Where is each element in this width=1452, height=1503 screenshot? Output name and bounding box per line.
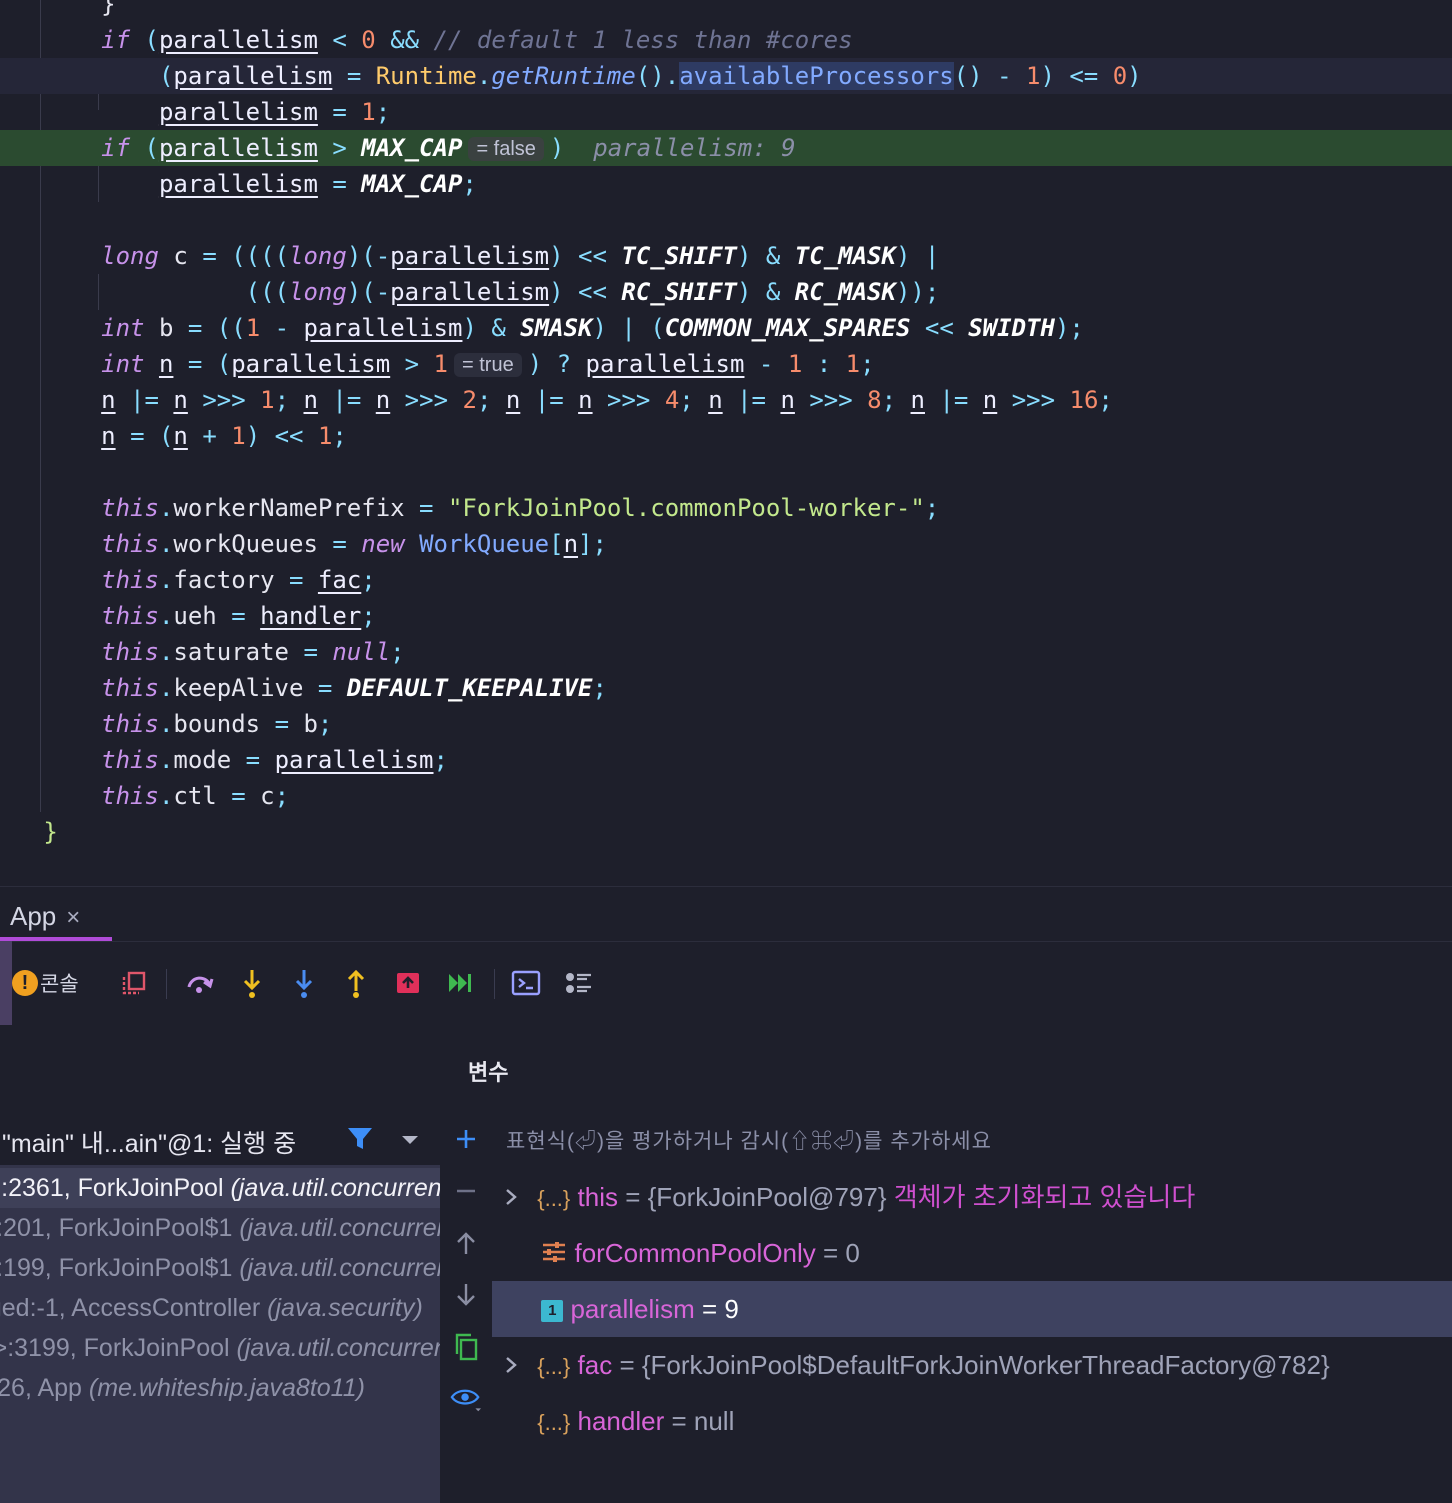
- code-line: this.mode = parallelism;: [101, 746, 448, 774]
- code-line: parallelism = MAX_CAP;: [158, 170, 477, 198]
- warning-icon: !: [12, 970, 38, 996]
- threads-list-icon[interactable]: [560, 965, 596, 1001]
- debug-tab-bar: App ×: [0, 887, 1452, 942]
- eye-icon[interactable]: [450, 1383, 482, 1415]
- code-line: this.saturate = null;: [101, 638, 405, 666]
- arrow-down-icon[interactable]: [450, 1279, 482, 1311]
- debug-toolbar: ! 콘솔: [0, 941, 1452, 1025]
- field-icon: [541, 1227, 567, 1283]
- drop-frame-icon[interactable]: [390, 965, 426, 1001]
- toolbar-separator: [494, 969, 495, 999]
- code-line: this.bounds = b;: [101, 710, 333, 738]
- code-line: }: [101, 0, 116, 18]
- step-out-icon[interactable]: [338, 965, 374, 1001]
- copy-icon[interactable]: [450, 1331, 482, 1363]
- primitive-int-icon: 1: [541, 1300, 564, 1323]
- remove-icon[interactable]: [450, 1175, 482, 1207]
- code-line: if (parallelism < 0 && // default 1 less…: [101, 26, 853, 54]
- add-icon[interactable]: [450, 1123, 482, 1155]
- variable-row[interactable]: {...} handler = null: [492, 1393, 1452, 1449]
- variable-row[interactable]: forCommonPoolOnly = 0: [492, 1225, 1452, 1281]
- frame-item[interactable]: run:199, ForkJoinPool$1 (java.util.concu…: [0, 1248, 440, 1288]
- frame-item[interactable]: main:26, App (me.whiteship.java8to11): [0, 1368, 440, 1408]
- code-line: int b = ((1 - parallelism) & SMASK) | (C…: [101, 314, 1084, 342]
- code-line-current: (parallelism = Runtime.getRuntime().avai…: [0, 58, 1452, 94]
- run-to-cursor-icon[interactable]: [442, 965, 478, 1001]
- inline-value-hint[interactable]: = true: [454, 353, 522, 377]
- variables-title: 변수: [468, 1060, 509, 1085]
- object-icon: {...}: [537, 1186, 571, 1211]
- chevron-right-icon[interactable]: [504, 1169, 524, 1225]
- arrow-up-icon[interactable]: [450, 1227, 482, 1259]
- console-tab[interactable]: ! 콘솔: [12, 965, 79, 1001]
- thread-selector[interactable]: "main" 내...ain"@1: 실행 중: [0, 1115, 440, 1165]
- frame-item[interactable]: run:201, ForkJoinPool$1 (java.util.concu…: [0, 1208, 440, 1248]
- expression-input[interactable]: 표현식(⏎)을 평가하거나 감시(⇧⌘⏎)를 추가하세요: [492, 1115, 1452, 1163]
- toolbar-separator: [166, 969, 167, 999]
- code-line: this.workQueues = new WorkQueue[n];: [101, 530, 607, 558]
- execution-point-line: if (parallelism > MAX_CAP = false) parall…: [0, 130, 1452, 166]
- code-line: this.keepAlive = DEFAULT_KEEPALIVE;: [101, 674, 607, 702]
- object-icon: {...}: [537, 1410, 571, 1435]
- frame-item[interactable]: <init>:2361, ForkJoinPool (java.util.con…: [0, 1168, 440, 1208]
- frames-list[interactable]: <init>:2361, ForkJoinPool (java.util.con…: [0, 1115, 440, 1503]
- code-line: n = (n + 1) << 1;: [101, 422, 347, 450]
- debug-panel: App × ! 콘솔 변수:2361, ForkJoinPool (java.…: [0, 886, 1452, 1503]
- code-line: parallelism = 1;: [158, 98, 391, 126]
- object-icon: {...}: [537, 1354, 571, 1379]
- variable-row[interactable]: {...} this = {ForkJoinPool@797} 객체가 초기화되…: [492, 1169, 1452, 1225]
- code-editor[interactable]: } if (parallelism < 0 && // default 1 le…: [0, 0, 1452, 886]
- code-line: this.workerNamePrefix = "ForkJoinPool.co…: [101, 494, 940, 522]
- code-line: this.factory = fac;: [101, 566, 376, 594]
- chevron-right-icon[interactable]: [504, 1337, 524, 1393]
- variable-row-selected[interactable]: 1 parallelism = 9: [492, 1281, 1452, 1337]
- chevron-down-icon[interactable]: [400, 1133, 420, 1152]
- debug-inline-value: parallelism: 9: [593, 134, 796, 162]
- force-step-into-icon[interactable]: [286, 965, 322, 1001]
- code-line: }: [43, 818, 58, 846]
- terminal-icon[interactable]: [508, 965, 544, 1001]
- code-line: int n = (parallelism > 1 = true) ? parall…: [101, 350, 875, 378]
- frame-item[interactable]: doPrivileged:-1, AccessController (java.…: [0, 1288, 440, 1328]
- inline-value-hint[interactable]: = false: [468, 137, 544, 161]
- filter-icon[interactable]: [346, 1125, 374, 1158]
- code-line: long c = ((((long)(-parallelism) << TC_S…: [101, 242, 940, 270]
- code-line: this.ueh = handler;: [101, 602, 376, 630]
- step-into-icon[interactable]: [234, 965, 270, 1001]
- frames-layout-icon[interactable]: [116, 965, 152, 1001]
- close-icon[interactable]: ×: [66, 904, 80, 931]
- code-line: this.ctl = c;: [101, 782, 290, 810]
- frame-item[interactable]: <clinit>:3199, ForkJoinPool (java.util.c…: [0, 1328, 440, 1368]
- code-line: n |= n >>> 1; n |= n >>> 2; n |= n >>> 4…: [101, 386, 1113, 414]
- variable-row[interactable]: {...} fac = {ForkJoinPool$DefaultForkJoi…: [492, 1337, 1452, 1393]
- tab-app[interactable]: App ×: [0, 887, 112, 941]
- step-over-icon[interactable]: [182, 965, 218, 1001]
- code-line: (((long)(-parallelism) << RC_SHIFT) & RC…: [245, 278, 940, 306]
- variables-side-toolbar: [440, 1115, 492, 1503]
